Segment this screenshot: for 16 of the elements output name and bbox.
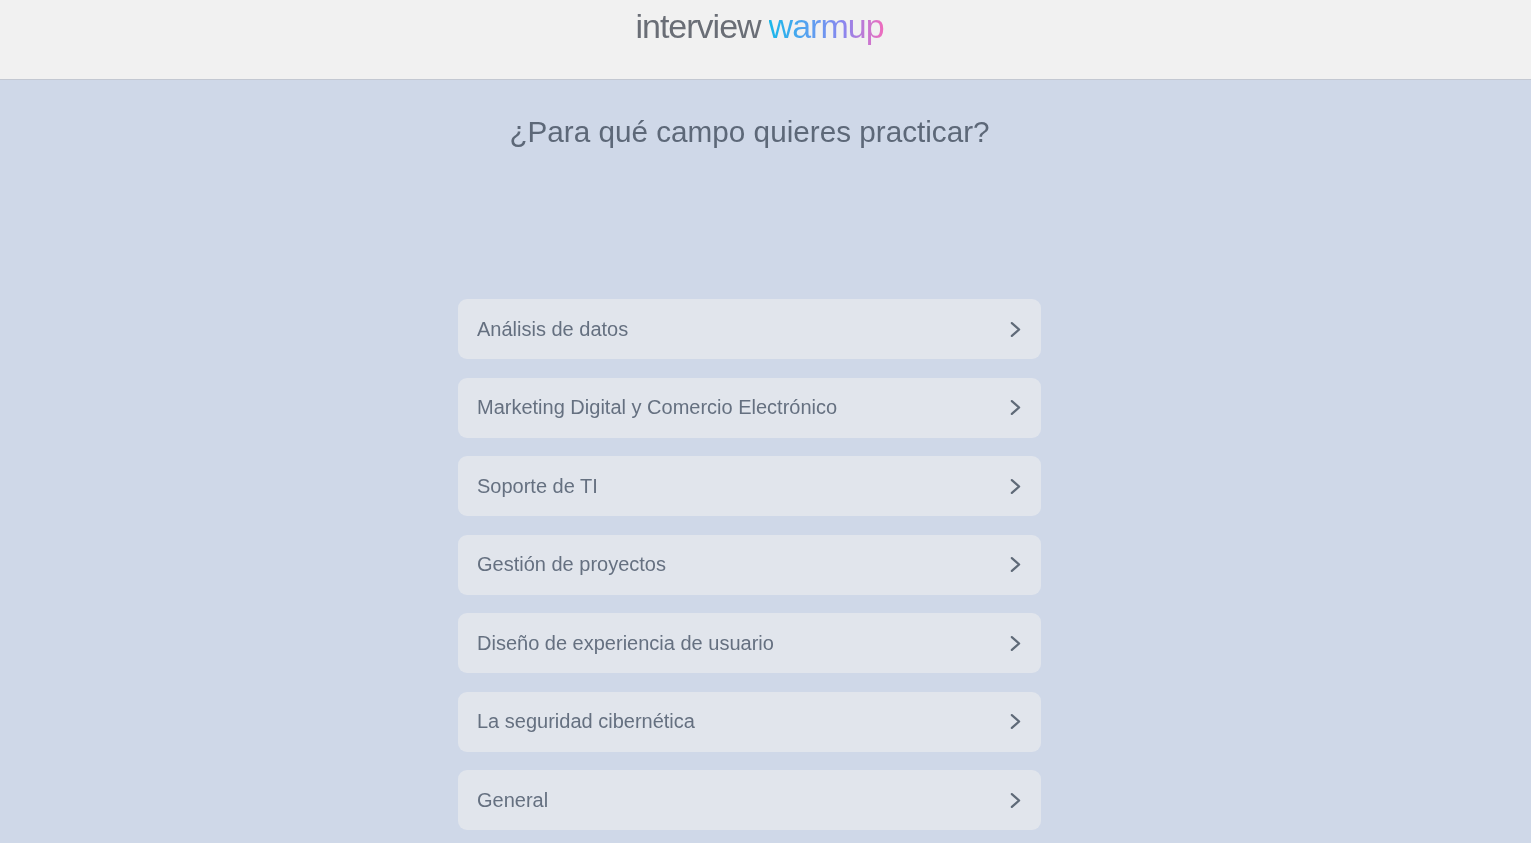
logo-text: interview [635, 6, 761, 46]
field-option[interactable]: Análisis de datos [458, 299, 1041, 359]
field-option[interactable]: Marketing Digital y Comercio Electrónico [458, 377, 1041, 438]
chevron-right-icon [1010, 320, 1021, 338]
chevron-right-icon [1010, 634, 1021, 652]
field-option[interactable]: Diseño de experiencia de usuario [458, 613, 1041, 673]
chevron-right-icon [1010, 399, 1021, 416]
chevron-right-icon [1010, 791, 1021, 809]
field-option[interactable]: Soporte de TI [458, 456, 1041, 516]
field-option[interactable]: Gestión de proyectos [458, 534, 1041, 595]
chevron-right-icon [1010, 713, 1021, 730]
field-option[interactable]: La seguridad cibernética [458, 691, 1041, 752]
field-option[interactable]: General [458, 770, 1041, 830]
page-heading: ¿Para qué campo quieres practicar? [509, 114, 990, 150]
chevron-right-icon [1010, 556, 1021, 573]
chevron-right-icon [1010, 477, 1021, 495]
